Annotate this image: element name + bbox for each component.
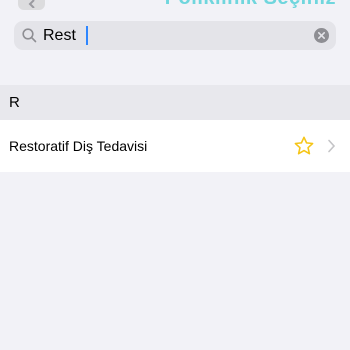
chevron-right-icon [328, 139, 336, 153]
text-caret [86, 26, 88, 45]
search-input[interactable] [43, 25, 283, 46]
list-item-label: Restoratif Diş Tedavisi [9, 138, 148, 154]
list-item[interactable]: Restoratif Diş Tedavisi [0, 120, 350, 172]
screen: Poliklinik Seçiniz R Restoratif Diş Teda… [0, 0, 350, 350]
clear-icon [318, 32, 325, 39]
clear-search-button[interactable] [314, 28, 329, 43]
page-title: Poliklinik Seçiniz [165, 0, 336, 10]
star-outline-icon[interactable] [293, 135, 315, 157]
back-button[interactable] [18, 0, 45, 10]
section-header: R [0, 85, 350, 120]
chevron-left-icon [28, 0, 35, 8]
nav-header: Poliklinik Seçiniz [0, 0, 350, 14]
search-bar[interactable] [14, 21, 336, 50]
search-icon [21, 28, 37, 44]
